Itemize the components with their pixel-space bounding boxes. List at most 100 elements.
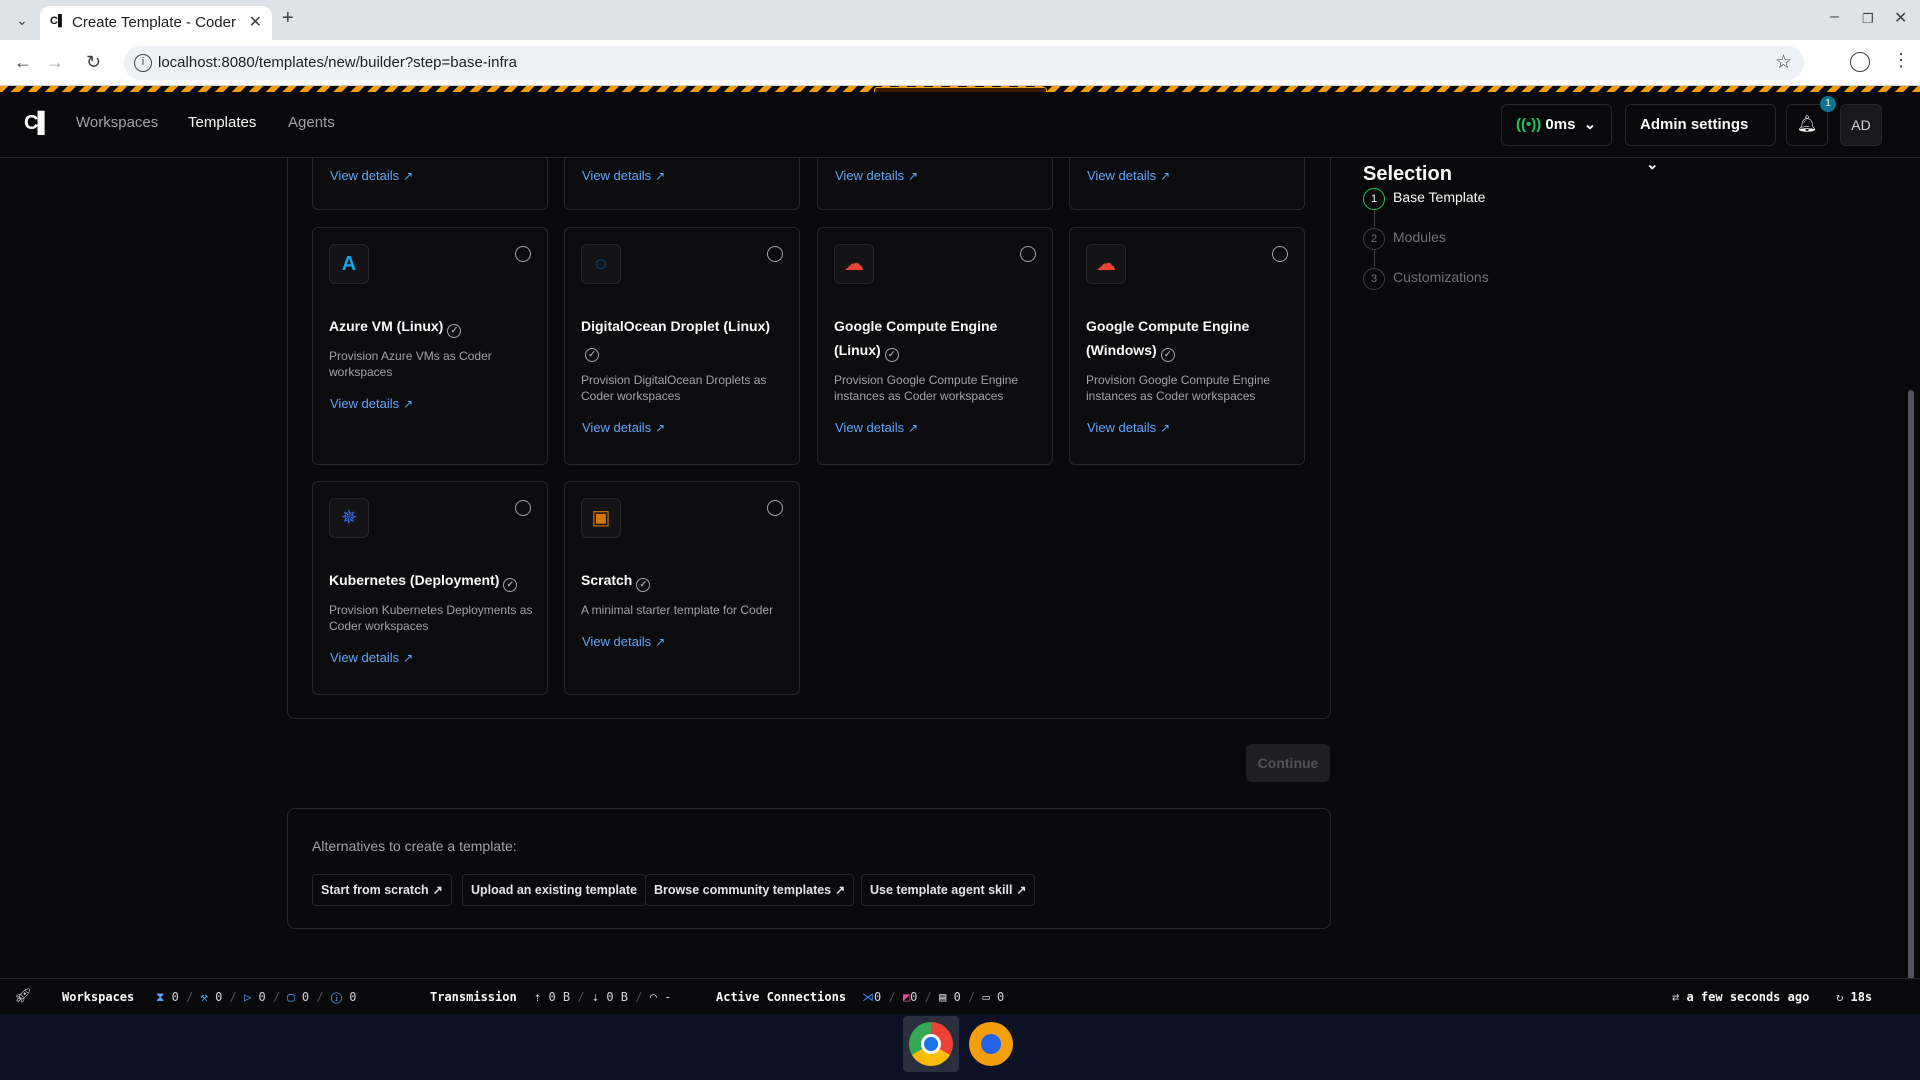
last-updated: ⇄ a few seconds ago (1672, 990, 1810, 1004)
template-name: DigitalOcean Droplet (Linux)✓ (581, 314, 785, 362)
template-card-scratch[interactable]: ▣ Scratch ✓ A minimal starter template fo… (564, 481, 800, 695)
template-name: Scratch ✓ (581, 568, 785, 592)
notification-count-badge: 1 (1820, 96, 1836, 112)
template-description: Provision Kubernetes Deployments as Code… (329, 603, 533, 633)
app-navbar: C▌ Workspaces Templates Agents ((•)) 0ms… (0, 92, 1920, 173)
view-details-link[interactable]: View details ↗ (330, 168, 413, 183)
external-link-icon: ↗ (655, 169, 666, 183)
template-card-digitalocean[interactable]: ◌ DigitalOcean Droplet (Linux)✓ Provisio… (564, 227, 800, 465)
view-details-link[interactable]: View details ↗ (582, 634, 665, 649)
refresh-timer[interactable]: ↻ 18s (1836, 990, 1872, 1004)
template-card-gce-linux[interactable]: ☁︎ Google Compute Engine (Linux) ✓ Provis… (817, 227, 1053, 465)
external-link-icon: ↗ (908, 421, 919, 435)
stepper-line (1374, 249, 1375, 266)
view-details-link[interactable]: View details ↗ (835, 420, 918, 435)
view-details-link[interactable]: View details ↗ (582, 420, 665, 435)
nav-agents[interactable]: Agents (288, 114, 335, 131)
step-base-template[interactable]: 1 Base Template (1363, 188, 1485, 210)
restore-icon[interactable]: ❐ (1862, 11, 1874, 27)
chrome-taskbar-app[interactable] (903, 1016, 959, 1072)
template-card-kubernetes[interactable]: ✵ Kubernetes (Deployment) ✓ Provision Kub… (312, 481, 548, 695)
template-description: A minimal starter template for Coder (581, 603, 774, 617)
verified-icon: ✓ (884, 348, 899, 362)
external-link-icon: ↗ (908, 169, 919, 183)
page-scrollbar-thumb[interactable] (1908, 390, 1914, 1000)
view-details-link[interactable]: View details ↗ (330, 396, 413, 411)
template-description: Provision DigitalOcean Droplets as Coder… (581, 373, 767, 403)
template-name: Azure VM (Linux) ✓ (329, 314, 533, 338)
external-link-icon: ↗ (655, 421, 666, 435)
kubernetes-icon: ✵ (329, 498, 369, 538)
template-radio[interactable] (1272, 246, 1288, 262)
reload-icon[interactable]: ↻ (86, 52, 101, 73)
browser-menu-icon[interactable]: ⋮ (1892, 50, 1910, 71)
template-card-partial[interactable]: View details ↗ (1069, 158, 1305, 210)
error-icon: ⓘ (330, 990, 343, 1004)
template-radio[interactable] (767, 246, 783, 262)
bookmark-star-icon[interactable]: ☆ (1775, 51, 1792, 74)
blender-icon (969, 1022, 1013, 1066)
ssh-icon: ▭ (982, 990, 990, 1004)
browser-tab[interactable]: C▌ Create Template - Coder ✕ (40, 6, 272, 40)
template-description: Provision Google Compute Engine instance… (834, 373, 1019, 403)
template-card-partial[interactable]: View details ↗ (312, 158, 548, 210)
blender-taskbar-app[interactable] (963, 1016, 1019, 1072)
back-icon[interactable]: ← (14, 52, 32, 73)
forward-icon[interactable]: → (46, 52, 64, 73)
latency-gauge-icon: ◠ (649, 990, 657, 1004)
minimize-icon[interactable]: – (1830, 8, 1839, 26)
coder-logo[interactable]: C▌ (24, 112, 52, 135)
external-link-icon: ↗ (403, 651, 414, 665)
nav-workspaces[interactable]: Workspaces (76, 114, 158, 131)
address-bar: ← → ↻ i localhost:8080/templates/new/bui… (0, 40, 1920, 86)
template-radio[interactable] (515, 500, 531, 516)
stopped-icon: ▢ (287, 990, 295, 1004)
template-card-partial[interactable]: View details ↗ (564, 158, 800, 210)
browse-community-templates-button[interactable]: Browse community templates ↗ (645, 874, 855, 906)
step-customizations[interactable]: 3 Customizations (1363, 268, 1489, 290)
view-details-link[interactable]: View details ↗ (1087, 420, 1170, 435)
view-details-link[interactable]: View details ↗ (330, 650, 413, 665)
profile-icon[interactable] (1850, 52, 1870, 72)
view-details-link[interactable]: View details ↗ (582, 168, 665, 183)
template-radio[interactable] (1020, 246, 1036, 262)
step-modules[interactable]: 2 Modules (1363, 228, 1446, 250)
upload-icon: ⇡ (534, 990, 542, 1004)
upload-template-button[interactable]: Upload an existing template (462, 874, 647, 906)
nav-templates[interactable]: Templates (188, 114, 256, 131)
user-avatar[interactable]: AD (1840, 104, 1882, 146)
site-info-icon[interactable]: i (134, 54, 152, 72)
external-link-icon: ↗ (1160, 421, 1171, 435)
workspace-counts: ⧗ 0 / ⚒ 0 / ▷ 0 / ▢ 0 / ⓘ 0 (156, 990, 357, 1004)
statusbar-transmission-label: Transmission (430, 990, 517, 1004)
template-radio[interactable] (767, 500, 783, 516)
chevron-down-icon: ⌄ (1646, 156, 1659, 173)
chrome-icon (909, 1022, 953, 1066)
start-from-scratch-button[interactable]: Start from scratch ↗ (312, 874, 452, 906)
admin-settings-button[interactable]: Admin settings ⌄ (1625, 104, 1776, 173)
verified-icon: ✓ (1160, 348, 1175, 362)
template-card-gce-windows[interactable]: ☁︎ Google Compute Engine (Windows) ✓ Prov… (1069, 227, 1305, 465)
latency-button[interactable]: ((•)) 0ms ⌄ (1501, 104, 1612, 146)
template-card-azure[interactable]: A Azure VM (Linux) ✓ Provision Azure VMs … (312, 227, 548, 465)
view-details-link[interactable]: View details ↗ (1087, 168, 1170, 183)
notifications-bell-icon[interactable]: 🔔︎ (1786, 104, 1828, 146)
new-tab-icon[interactable]: + (282, 7, 294, 30)
tab-search-icon[interactable]: ⌄ (10, 8, 34, 32)
digitalocean-icon: ◌ (581, 244, 621, 284)
external-link-icon: ↗ (835, 883, 846, 897)
pending-icon: ⧗ (156, 990, 165, 1004)
latency-value: 0ms (1545, 116, 1576, 133)
template-card-partial[interactable]: View details ↗ (817, 158, 1053, 210)
gcp-icon: ☁︎ (834, 244, 874, 284)
view-details-link[interactable]: View details ↗ (835, 168, 918, 183)
close-tab-icon[interactable]: ✕ (249, 12, 262, 32)
use-template-agent-skill-button[interactable]: Use template agent skill ↗ (861, 874, 1036, 906)
external-link-icon: ↗ (403, 397, 414, 411)
alternatives-panel: Alternatives to create a template: Start… (287, 808, 1331, 929)
close-window-icon[interactable]: ✕ (1894, 8, 1907, 28)
template-radio[interactable] (515, 246, 531, 262)
status-bar: 🚀︎ Workspaces ⧗ 0 / ⚒ 0 / ▷ 0 / ▢ 0 / ⓘ … (0, 978, 1920, 1014)
url-field[interactable]: i localhost:8080/templates/new/builder?s… (124, 46, 1804, 80)
continue-button[interactable]: Continue (1246, 744, 1330, 782)
